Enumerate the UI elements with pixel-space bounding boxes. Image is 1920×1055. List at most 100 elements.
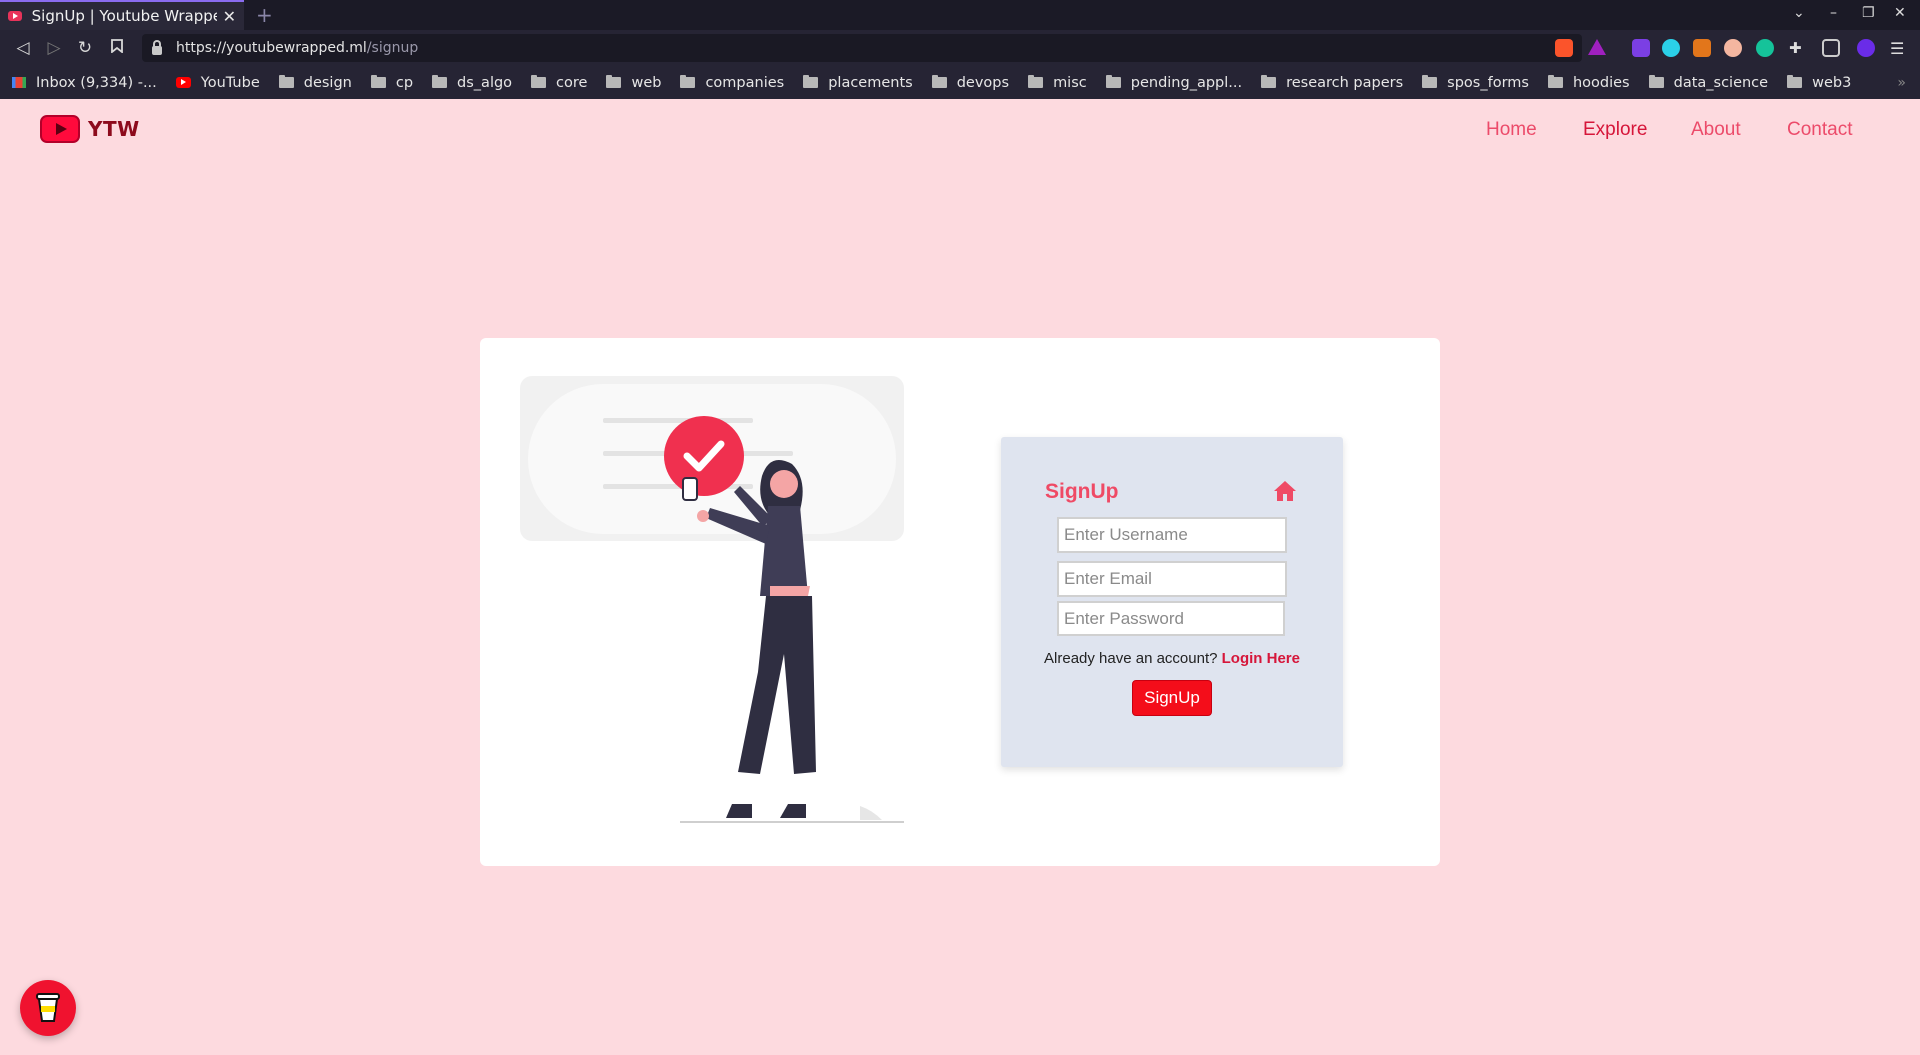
youtube-icon [175, 77, 191, 88]
bookmark-item[interactable]: design [278, 74, 352, 91]
bookmark-item[interactable]: research papers [1261, 75, 1403, 91]
bookmark-item[interactable]: misc [1028, 75, 1087, 91]
tab-title: SignUp | Youtube Wrappe [31, 7, 217, 25]
folder-icon [432, 75, 448, 88]
bookmark-item[interactable]: web [606, 75, 661, 91]
bookmark-label: core [556, 74, 588, 91]
email-input[interactable] [1057, 561, 1287, 597]
bookmark-label: devops [956, 74, 1010, 91]
page: YTW Home Explore About Contact SignUp En… [0, 99, 1920, 1055]
youtube-play-icon [40, 115, 80, 143]
bookmark-item[interactable]: cp [370, 74, 414, 91]
bookmark-label: YouTube [200, 74, 260, 91]
brand-name: YTW [88, 117, 140, 141]
folder-icon [531, 75, 547, 88]
folder-icon [1422, 75, 1438, 88]
folder-icon [1105, 75, 1121, 88]
profile-avatar-icon[interactable] [1857, 39, 1875, 57]
brave-shield-icon[interactable] [1555, 39, 1573, 57]
bookmark-item[interactable]: core [531, 75, 587, 91]
bookmark-icon[interactable] [106, 37, 128, 59]
brave-rewards-icon[interactable] [1588, 39, 1606, 55]
folder-icon [370, 75, 386, 88]
bookmark-item[interactable]: hoodies [1547, 75, 1630, 91]
bookmark-item[interactable]: companies [680, 75, 784, 91]
browser-chrome: SignUp | Youtube Wrappe ✕ + ⌄ – ❐ ✕ ◁ ▷ … [0, 0, 1920, 99]
bookmark-label: design [303, 74, 352, 91]
bookmarks-overflow-icon[interactable]: » [1897, 75, 1906, 91]
bookmark-item[interactable]: web3 [1787, 75, 1851, 91]
signup-button[interactable]: SignUp [1132, 680, 1212, 716]
menu-icon[interactable]: ☰ [1890, 39, 1908, 58]
bookmark-label: data_science [1673, 74, 1769, 91]
bookmark-item[interactable]: spos_forms [1422, 75, 1529, 91]
coffee-cup-icon [36, 993, 60, 1022]
bookmark-item[interactable]: data_science [1648, 74, 1769, 91]
login-link[interactable]: Login Here [1222, 650, 1300, 667]
url-host: https://youtubewrapped.ml [176, 40, 367, 56]
bookmark-item[interactable]: devops [931, 74, 1010, 91]
minimize-icon[interactable]: – [1830, 5, 1837, 21]
bookmark-label: cp [395, 74, 414, 91]
buy-me-a-coffee-button[interactable] [20, 980, 76, 1036]
wallet-icon[interactable] [1822, 39, 1840, 57]
folder-icon [1787, 75, 1803, 88]
folder-icon [1547, 75, 1563, 88]
nav-about[interactable]: About [1691, 119, 1741, 141]
metamask-icon[interactable] [1693, 39, 1711, 57]
home-icon[interactable] [1273, 479, 1297, 503]
react-devtools-icon[interactable] [1662, 39, 1680, 57]
nav-home[interactable]: Home [1486, 119, 1537, 141]
already-have-account-text: Already have an account? [1044, 650, 1218, 667]
bookmark-label: research papers [1286, 74, 1404, 91]
username-input[interactable] [1057, 517, 1287, 553]
folder-icon [278, 75, 294, 88]
address-bar[interactable]: https://youtubewrapped.ml/signup [142, 34, 1582, 62]
folder-icon [606, 75, 622, 88]
puzzle-icon[interactable]: ✚ [1789, 39, 1807, 57]
password-input[interactable] [1057, 601, 1285, 636]
bookmark-label: placements [828, 74, 913, 91]
gmail-icon [12, 77, 26, 88]
tab-strip: SignUp | Youtube Wrappe ✕ + ⌄ – ❐ ✕ [0, 0, 1920, 30]
forward-icon[interactable]: ▷ [43, 37, 65, 59]
reload-icon[interactable]: ↻ [74, 37, 96, 59]
back-icon[interactable]: ◁ [12, 37, 34, 59]
grammarly-icon[interactable] [1756, 39, 1774, 57]
folder-icon [680, 75, 696, 88]
maximize-icon[interactable]: ❐ [1862, 5, 1875, 21]
folder-icon [1261, 75, 1277, 88]
bookmark-item[interactable]: placements [803, 75, 913, 91]
bookmark-item[interactable]: pending_appl... [1105, 74, 1243, 91]
tab-active[interactable]: SignUp | Youtube Wrappe ✕ [0, 0, 244, 30]
brand[interactable]: YTW [40, 115, 140, 143]
bookmark-label: misc [1053, 74, 1087, 91]
bookmarks-bar: Inbox (9,334) -... YouTube design cp ds_algo… [0, 66, 1920, 99]
nav-explore[interactable]: Explore [1583, 119, 1647, 141]
new-tab-icon[interactable]: + [256, 3, 273, 27]
signup-title: SignUp [1045, 480, 1119, 503]
tab-list-chevron-icon[interactable]: ⌄ [1793, 5, 1805, 21]
youtube-favicon-icon [8, 11, 22, 21]
login-prompt: Already have an account? Login Here [1001, 650, 1343, 667]
close-icon[interactable]: ✕ [223, 7, 236, 26]
folder-icon [1028, 75, 1044, 88]
nav-contact[interactable]: Contact [1787, 119, 1852, 141]
signup-form: SignUp Already have an account? Login He… [1001, 437, 1343, 767]
bookmark-label: Inbox (9,334) -... [36, 74, 157, 91]
extension-badge-icon[interactable] [1632, 39, 1650, 57]
folder-icon [931, 75, 947, 88]
bookmark-item[interactable]: YouTube [175, 74, 260, 91]
bookmark-label: web3 [1812, 74, 1852, 91]
extension-icon[interactable] [1724, 39, 1742, 57]
bookmark-label: pending_appl... [1130, 74, 1243, 91]
url-path: /signup [366, 40, 419, 56]
bookmark-label: spos_forms [1447, 74, 1529, 91]
bookmark-label: web [631, 74, 662, 91]
signup-illustration [520, 376, 904, 823]
bookmark-item[interactable]: Inbox (9,334) -... [12, 75, 157, 91]
lock-icon [152, 39, 162, 55]
bookmark-item[interactable]: ds_algo [432, 75, 512, 91]
browser-toolbar: ◁ ▷ ↻ https://youtubewrapped.ml/signup ✚… [0, 30, 1920, 66]
window-close-icon[interactable]: ✕ [1894, 5, 1906, 21]
